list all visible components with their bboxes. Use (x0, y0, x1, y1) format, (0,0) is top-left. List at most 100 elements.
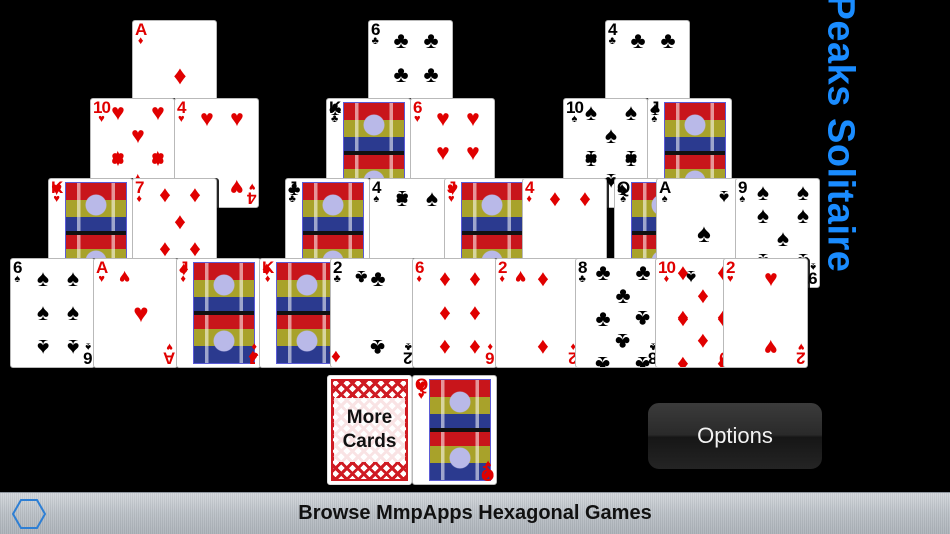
suit-pip: ♣ (423, 61, 439, 88)
suit-pip: ♥ (111, 146, 125, 172)
playing-card[interactable]: 8 ♣ ♣ ♣ ♣ ♣ ♣ ♣ ♣ ♣ 8 ♣ (575, 258, 660, 368)
suit-pip: ♣ (393, 61, 409, 88)
suit-pip: ♦ (262, 259, 272, 280)
card-corner-rank: 6♥ (413, 98, 423, 125)
suit-pip: ♥ (447, 179, 459, 200)
card-pips: ♣ ♣ ♣ ♣ ♣ ♣ ♣ ♣ (593, 261, 653, 368)
suit-pip: ♣ (370, 335, 386, 362)
more-cards-line2: Cards (342, 431, 397, 452)
playing-card[interactable]: J ♦ ♦ ♦ J ♦ (176, 258, 261, 368)
suit-pip: ♣ (354, 266, 367, 287)
suit-pip: ♦ (469, 264, 481, 291)
more-cards-label: More Cards (334, 398, 405, 462)
court-card-art (276, 262, 338, 364)
suit-pip: ♣ (329, 99, 342, 120)
playing-card[interactable]: 2 ♦ ♦ ♦ 2 ♦ (495, 258, 580, 368)
page-title: TriPeaks Solitaire (819, 0, 862, 273)
card-corner-rank: 2 ♦ (498, 258, 508, 285)
suit-pip: ♣ (635, 306, 651, 332)
suit-pip: ♦ (159, 181, 171, 207)
suit-pip: ♠ (624, 146, 638, 172)
card-corner-rank: 6 ♠ (83, 341, 92, 368)
suit-pip: ♠ (66, 335, 80, 362)
browse-games-bar[interactable]: Browse MmpApps Hexagonal Games (0, 492, 950, 534)
suit-pip: ♦ (537, 264, 549, 291)
suit-pip: ♣ (423, 26, 439, 53)
suit-pip: ♥ (200, 104, 214, 131)
playing-card[interactable]: 6 ♠ ♠ ♠ ♠ ♠ ♠ ♠ 6 ♠ (10, 258, 95, 368)
suit-pip: ♥ (436, 104, 450, 131)
card-corner-rank: 4♣ (608, 20, 618, 47)
waste-pile-card[interactable]: Q ♥ ♥ ♥ Q ♥ (412, 375, 497, 485)
suit-pip: ♠ (718, 186, 729, 207)
card-corner-rank: 6 ♦ (415, 258, 425, 285)
suit-pip: ♣ (615, 329, 631, 355)
suit-pip: ♦ (189, 235, 201, 261)
playing-card[interactable]: A ♥ ♥ A ♥ (93, 258, 178, 368)
suit-pip: ♣ (393, 26, 409, 53)
suit-pip: ♠ (604, 122, 618, 148)
suit-pip: ♠ (36, 264, 50, 291)
suit-pip: ♠ (796, 202, 810, 228)
suit-pip: ♠ (36, 335, 50, 362)
stock-pile[interactable]: More Cards (327, 375, 412, 485)
suit-pip: ♣ (395, 186, 408, 207)
suit-pip: ♣ (288, 179, 301, 200)
suit-pip: ♣ (615, 282, 631, 308)
card-corner-rank: 4♦ (525, 178, 535, 205)
suit-pip: ♥ (151, 146, 165, 172)
card-pips: ♦ ♦ ♦ ♦ ♦ ♦ (430, 261, 490, 365)
playing-card[interactable]: 2 ♣ ♣ ♣ 2 ♣ (330, 258, 415, 368)
suit-pip: ♥ (514, 266, 526, 287)
suit-pip: ♥ (466, 139, 480, 166)
suit-pip: ♦ (179, 259, 189, 280)
suit-pip: ♣ (595, 305, 611, 331)
hexagon-icon (12, 498, 46, 529)
suit-pip: ♦ (537, 335, 549, 362)
suit-pip: ♦ (469, 335, 481, 362)
suit-pip: ♦ (697, 282, 709, 308)
options-button[interactable]: Options (647, 402, 823, 470)
suit-pip: ♥ (436, 139, 450, 166)
card-corner-rank: 4 ♥ (247, 181, 256, 208)
suit-pip: ♣ (630, 26, 646, 53)
suit-pip: ♦ (174, 208, 186, 234)
card-corner-rank: 9 ♠ (738, 178, 748, 205)
suit-pip: ♥ (230, 104, 244, 131)
card-corner-rank: 2 ♥ (796, 341, 805, 368)
suit-pip: ♠ (425, 184, 439, 211)
suit-pip: ♦ (439, 264, 451, 291)
card-corner-rank: 4♠ (372, 178, 382, 205)
card-corner-rank: 6 ♦ (485, 341, 494, 368)
suit-pip: ♠ (36, 299, 50, 326)
suit-pip: ♥ (764, 264, 778, 291)
suit-pip: ♦ (697, 329, 709, 355)
playing-card[interactable]: 2 ♥ ♥ ♥ 2 ♥ (723, 258, 808, 368)
suit-pip: ♥ (230, 175, 244, 202)
suit-pip: ♠ (584, 99, 598, 125)
suit-pip: ♠ (66, 299, 80, 326)
card-corner-rank: 2 ♣ (403, 341, 412, 368)
more-cards-line1: More (346, 407, 393, 429)
card-pips: ♥ ♥ (741, 261, 801, 365)
suit-pip: ♠ (624, 99, 638, 125)
suit-pip: ♦ (331, 346, 341, 367)
suit-pip: ♠ (584, 146, 598, 172)
card-corner-rank: 4 ♥ (177, 98, 187, 125)
card-corner-rank: A ♥ (96, 258, 108, 285)
card-corner-rank: 8 ♣ (578, 258, 588, 285)
playing-card[interactable]: 6 ♦ ♦ ♦ ♦ ♦ ♦ ♦ 6 ♦ (412, 258, 497, 368)
suit-pip: ♥ (151, 99, 165, 125)
suit-pip: ♥ (466, 104, 480, 131)
suit-pip: ♦ (159, 235, 171, 261)
suit-pip: ♦ (677, 306, 689, 332)
suit-pip: ♠ (650, 99, 661, 120)
suit-pip: ♥ (111, 99, 125, 125)
card-corner-rank: 2 ♣ (333, 258, 343, 285)
card-corner-rank: A ♥ (163, 341, 175, 368)
suit-pip: ♥ (118, 266, 130, 287)
suit-pip: ♠ (776, 225, 790, 251)
card-corner-rank: A♠ (659, 178, 671, 205)
suit-pip: ♠ (697, 218, 711, 248)
suit-pip: ♠ (66, 264, 80, 291)
